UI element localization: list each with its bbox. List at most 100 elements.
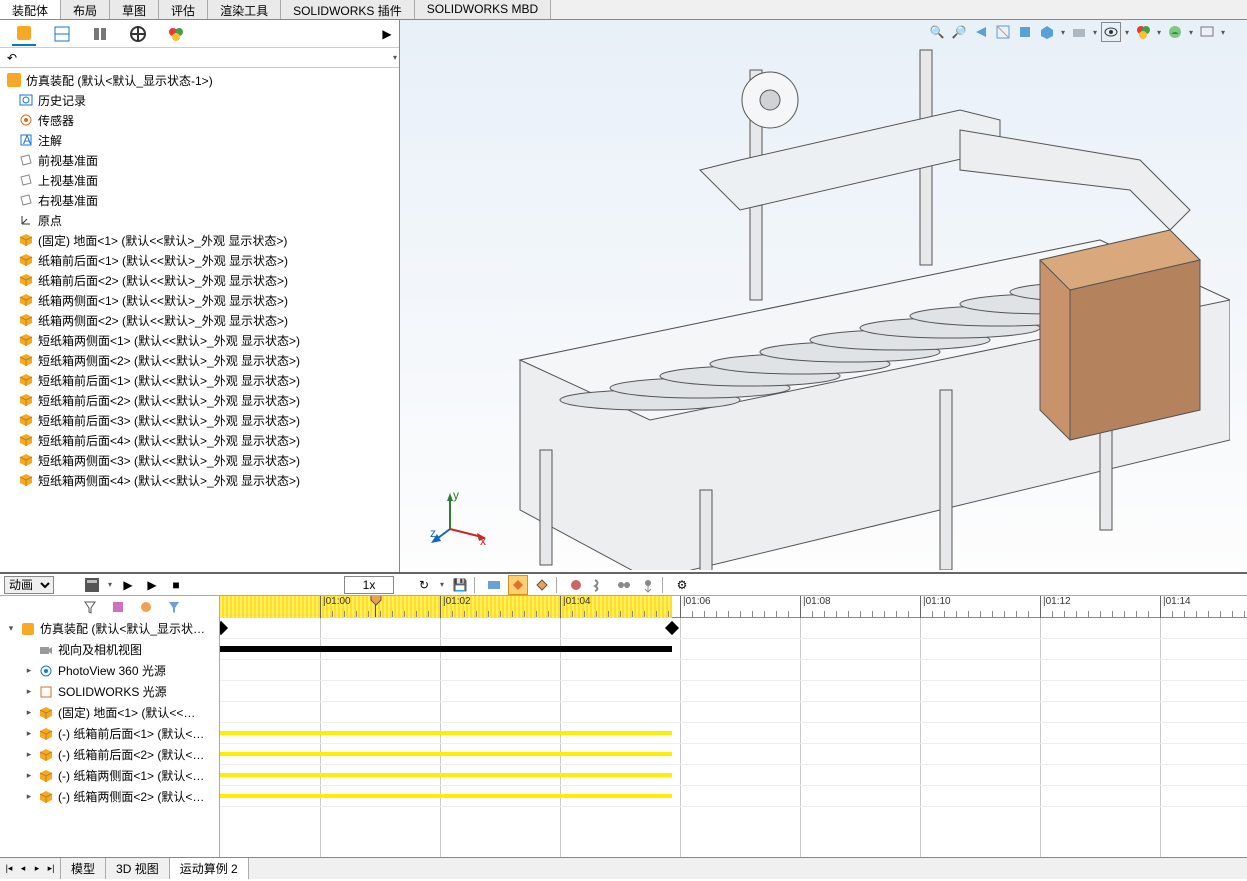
feature-tree[interactable]: 仿真装配 (默认<默认_显示状态-1>) 历史记录传感器A注解前视基准面上视基准… <box>0 68 399 572</box>
filter-sel-icon[interactable] <box>164 597 184 617</box>
anim-wizard-icon[interactable] <box>484 575 504 595</box>
calc-dd[interactable]: ▾ <box>106 577 114 593</box>
tree-item[interactable]: A注解 <box>2 130 397 150</box>
filter-driven-icon[interactable] <box>136 597 156 617</box>
tree-item[interactable]: 纸箱两侧面<2> (默认<<默认>_外观 显示状态>) <box>2 310 397 330</box>
tree-tab-appearance[interactable] <box>164 22 188 46</box>
expand-icon[interactable]: ▸ <box>24 749 34 760</box>
motion-root[interactable]: ▾ 仿真装配 (默认<默认_显示状… <box>0 618 219 639</box>
tree-tab-display[interactable] <box>126 22 150 46</box>
autokey-icon[interactable] <box>508 575 528 595</box>
tree-item[interactable]: 上视基准面 <box>2 170 397 190</box>
timeline-track[interactable] <box>220 681 1247 702</box>
motion-item[interactable]: ▸(-) 纸箱两侧面<2> (默认<… <box>0 786 219 807</box>
tree-root[interactable]: 仿真装配 (默认<默认_显示状态-1>) <box>2 70 397 90</box>
motion-item[interactable]: ▸(-) 纸箱两侧面<1> (默认<… <box>0 765 219 786</box>
tree-tab-more[interactable]: ▶ <box>375 22 399 46</box>
bottom-tab-motionstudy[interactable]: 运动算例 2 <box>170 858 249 879</box>
results-icon[interactable]: ⚙ <box>672 575 692 595</box>
tree-item[interactable]: 短纸箱两侧面<3> (默认<<默认>_外观 显示状态>) <box>2 450 397 470</box>
tab-first-icon[interactable]: |◂ <box>2 860 16 878</box>
track-bar[interactable] <box>220 646 672 652</box>
viewport[interactable]: 🔍 🔎 ▾ ▾ ▾ ▾ ▾ ▾ <box>400 20 1247 572</box>
motion-item[interactable]: ▸(-) 纸箱前后面<2> (默认<… <box>0 744 219 765</box>
expand-icon[interactable]: ▸ <box>24 686 34 697</box>
tree-tab-property[interactable] <box>50 22 74 46</box>
tree-item[interactable]: 传感器 <box>2 110 397 130</box>
track-bar[interactable] <box>220 794 672 798</box>
keyframe[interactable] <box>665 621 679 635</box>
tree-item[interactable]: 短纸箱前后面<4> (默认<<默认>_外观 显示状态>) <box>2 430 397 450</box>
expand-icon[interactable]: ▸ <box>24 707 34 718</box>
tree-item[interactable]: 短纸箱前后面<1> (默认<<默认>_外观 显示状态>) <box>2 370 397 390</box>
search-dropdown-icon[interactable]: ▾ <box>391 50 399 66</box>
motor-icon[interactable] <box>566 575 586 595</box>
expand-icon[interactable]: ▸ <box>24 791 34 802</box>
motion-item[interactable]: ▸SOLIDWORKS 光源 <box>0 681 219 702</box>
stop-icon[interactable]: ■ <box>166 575 186 595</box>
collapse-icon[interactable]: ▾ <box>6 623 16 634</box>
timeline-track[interactable] <box>220 660 1247 681</box>
track-bar[interactable] <box>220 752 672 756</box>
tree-item[interactable]: 前视基准面 <box>2 150 397 170</box>
tab-render[interactable]: 渲染工具 <box>208 0 281 19</box>
tree-item[interactable]: 短纸箱前后面<2> (默认<<默认>_外观 显示状态>) <box>2 390 397 410</box>
play-icon[interactable]: ▶ <box>142 575 162 595</box>
tree-item[interactable]: 短纸箱两侧面<1> (默认<<默认>_外观 显示状态>) <box>2 330 397 350</box>
tree-item[interactable]: 右视基准面 <box>2 190 397 210</box>
motion-item[interactable]: ▸(固定) 地面<1> (默认<<… <box>0 702 219 723</box>
tab-assembly[interactable]: 装配体 <box>0 0 61 19</box>
motion-item[interactable]: ▸(-) 纸箱前后面<1> (默认<… <box>0 723 219 744</box>
playhead-handle-icon[interactable] <box>370 596 382 606</box>
tree-tab-config[interactable] <box>88 22 112 46</box>
tree-tab-feature[interactable] <box>12 22 36 46</box>
tree-item[interactable]: 原点 <box>2 210 397 230</box>
triad[interactable]: y x z <box>430 489 490 552</box>
tab-plugins[interactable]: SOLIDWORKS 插件 <box>281 0 415 19</box>
tree-item[interactable]: (固定) 地面<1> (默认<<默认>_外观 显示状态>) <box>2 230 397 250</box>
calc-icon[interactable] <box>82 575 102 595</box>
tab-mbd[interactable]: SOLIDWORKS MBD <box>415 0 551 19</box>
play-start-icon[interactable]: ▶ <box>118 575 138 595</box>
contact-icon[interactable] <box>614 575 634 595</box>
addkey-icon[interactable] <box>532 575 552 595</box>
expand-icon[interactable]: ▸ <box>24 665 34 676</box>
spring-icon[interactable] <box>590 575 610 595</box>
track-bar[interactable] <box>220 773 672 777</box>
tree-item[interactable]: 短纸箱两侧面<4> (默认<<默认>_外观 显示状态>) <box>2 470 397 490</box>
motion-item[interactable]: ▸PhotoView 360 光源 <box>0 660 219 681</box>
tab-sketch[interactable]: 草图 <box>110 0 159 19</box>
expand-icon[interactable]: ▸ <box>24 770 34 781</box>
loop-icon[interactable]: ↻ <box>414 575 434 595</box>
loop-dd[interactable]: ▾ <box>438 577 446 593</box>
undo-icon[interactable]: ↶ <box>4 50 20 66</box>
tree-item[interactable]: 纸箱前后面<2> (默认<<默认>_外观 显示状态>) <box>2 270 397 290</box>
timeline[interactable]: |01:00|01:02|01:04|01:06|01:08|01:10|01:… <box>220 596 1247 857</box>
tab-prev-icon[interactable]: ◂ <box>16 860 30 878</box>
motion-tree[interactable]: ▾ 仿真装配 (默认<默认_显示状… 视向及相机视图▸PhotoView 360… <box>0 596 220 857</box>
save-anim-icon[interactable]: 💾 <box>450 575 470 595</box>
bottom-tab-model[interactable]: 模型 <box>61 858 106 879</box>
motion-type-select[interactable]: 动画 <box>4 576 54 594</box>
filter-icon[interactable] <box>80 597 100 617</box>
gravity-icon[interactable] <box>638 575 658 595</box>
tree-item[interactable]: 纸箱两侧面<1> (默认<<默认>_外观 显示状态>) <box>2 290 397 310</box>
timeline-track[interactable] <box>220 639 1247 660</box>
timeline-track[interactable] <box>220 786 1247 807</box>
tree-item[interactable]: 短纸箱前后面<3> (默认<<默认>_外观 显示状态>) <box>2 410 397 430</box>
tab-next-icon[interactable]: ▸ <box>30 860 44 878</box>
timeline-track[interactable] <box>220 744 1247 765</box>
tab-last-icon[interactable]: ▸| <box>44 860 58 878</box>
timeline-track[interactable] <box>220 765 1247 786</box>
bottom-tab-3dview[interactable]: 3D 视图 <box>106 858 170 879</box>
tab-evaluate[interactable]: 评估 <box>159 0 208 19</box>
timeline-ruler[interactable]: |01:00|01:02|01:04|01:06|01:08|01:10|01:… <box>220 596 1247 618</box>
expand-icon[interactable]: ▸ <box>24 728 34 739</box>
motion-item[interactable]: 视向及相机视图 <box>0 639 219 660</box>
playhead[interactable] <box>375 596 376 617</box>
tab-layout[interactable]: 布局 <box>61 0 110 19</box>
timeline-track[interactable] <box>220 723 1247 744</box>
tree-item[interactable]: 短纸箱两侧面<2> (默认<<默认>_外观 显示状态>) <box>2 350 397 370</box>
tree-item[interactable]: 历史记录 <box>2 90 397 110</box>
filter-anim-icon[interactable] <box>108 597 128 617</box>
